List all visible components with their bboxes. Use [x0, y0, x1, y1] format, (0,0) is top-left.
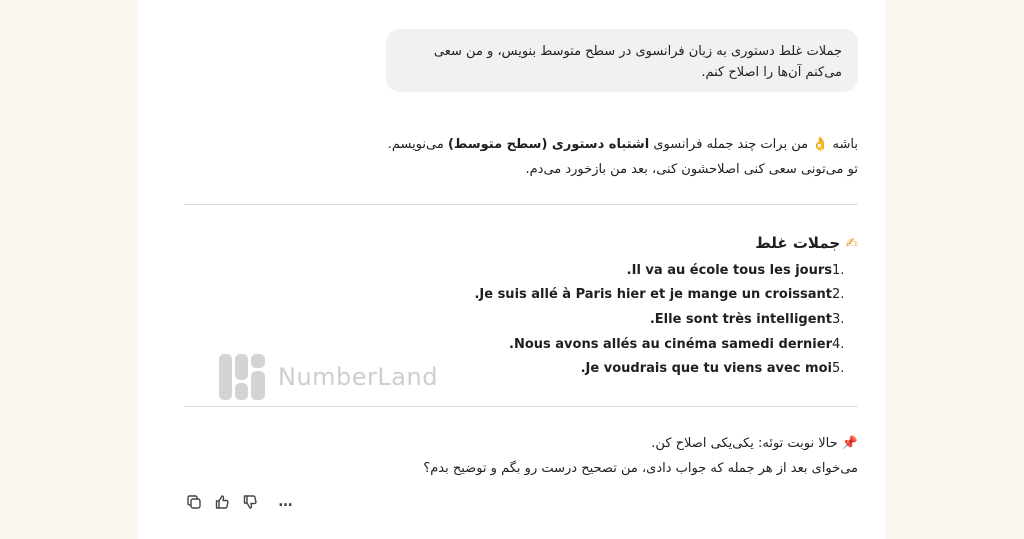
- list-item-number: 1.: [832, 262, 845, 278]
- assistant-outro: 📌 حالا نوبت توئه: یکی‌یکی اصلاح کن. می‌خ…: [298, 431, 858, 481]
- assistant-intro: باشه 👌 من برات چند جمله فرانسوی اشتباه د…: [298, 132, 858, 182]
- more-button[interactable]: …: [276, 493, 295, 512]
- assistant-outro-line-1: 📌 حالا نوبت توئه: یکی‌یکی اصلاح کن.: [298, 431, 858, 456]
- message-actions: …: [184, 492, 295, 512]
- user-message-line-1: جملات غلط دستوری به زبان فرانسوی در سطح …: [433, 44, 842, 59]
- list-item-text: Elle sont très intelligent.: [649, 311, 832, 327]
- pushpin-icon: 📌: [841, 436, 858, 451]
- writing-hand-icon: ✍: [845, 234, 858, 252]
- intro-text-a: من برات چند جمله فرانسوی: [653, 137, 809, 152]
- divider: [184, 204, 858, 205]
- assistant-intro-line-1: باشه 👌 من برات چند جمله فرانسوی اشتباه د…: [298, 132, 858, 157]
- watermark-text: NumberLand: [278, 363, 438, 391]
- thumbs-down-button[interactable]: [240, 493, 259, 512]
- list-item: 2. Je suis allé à Paris hier et je mange…: [238, 283, 858, 308]
- copy-button[interactable]: [184, 493, 203, 512]
- list-item-text: Je suis allé à Paris hier et je mange un…: [474, 287, 832, 303]
- user-message-line-2: می‌کنم آن‌ها را اصلاح کنم.: [701, 65, 842, 80]
- chat-panel: جملات غلط دستوری به زبان فرانسوی در سطح …: [138, 0, 885, 539]
- list-item-number: 3.: [832, 311, 845, 327]
- section-heading: ✍ جملات غلط: [458, 231, 858, 255]
- intro-bold: اشتباه دستوری (سطح متوسط): [447, 137, 650, 152]
- thumbs-up-button[interactable]: [212, 493, 231, 512]
- list-item-text: Nous avons allés au cinéma samedi dernie…: [508, 336, 832, 352]
- list-item-number: 5.: [832, 361, 845, 377]
- user-message-bubble: جملات غلط دستوری به زبان فرانسوی در سطح …: [386, 29, 858, 92]
- intro-prefix: باشه: [832, 137, 858, 152]
- list-item-text: Il va au école tous les jours.: [626, 262, 832, 278]
- assistant-intro-line-2: تو می‌تونی سعی کنی اصلاحشون کنی، بعد من …: [525, 162, 858, 177]
- thumbs-down-icon: [243, 495, 257, 509]
- copy-icon: [186, 495, 201, 509]
- list-item: 1. Il va au école tous les jours.: [238, 258, 858, 283]
- ok-hand-icon: 👌: [812, 137, 829, 152]
- divider: [184, 406, 858, 407]
- watermark-logo-icon: [219, 354, 265, 400]
- list-item: 3. Elle sont très intelligent.: [238, 307, 858, 332]
- list-item-text: Je voudrais que tu viens avec moi.: [580, 361, 832, 377]
- thumbs-up-icon: [215, 495, 229, 509]
- outro-line-1-text: حالا نوبت توئه: یکی‌یکی اصلاح کن.: [651, 436, 838, 451]
- list-item-number: 4.: [832, 336, 845, 352]
- assistant-outro-line-2: می‌خوای بعد از هر جمله که جواب دادی، من …: [423, 461, 858, 476]
- watermark: NumberLand: [218, 353, 438, 401]
- list-item-number: 2.: [832, 287, 845, 303]
- section-heading-text: جملات غلط: [755, 234, 841, 252]
- more-icon: …: [278, 494, 293, 510]
- intro-text-b: می‌نویسم.: [387, 137, 444, 152]
